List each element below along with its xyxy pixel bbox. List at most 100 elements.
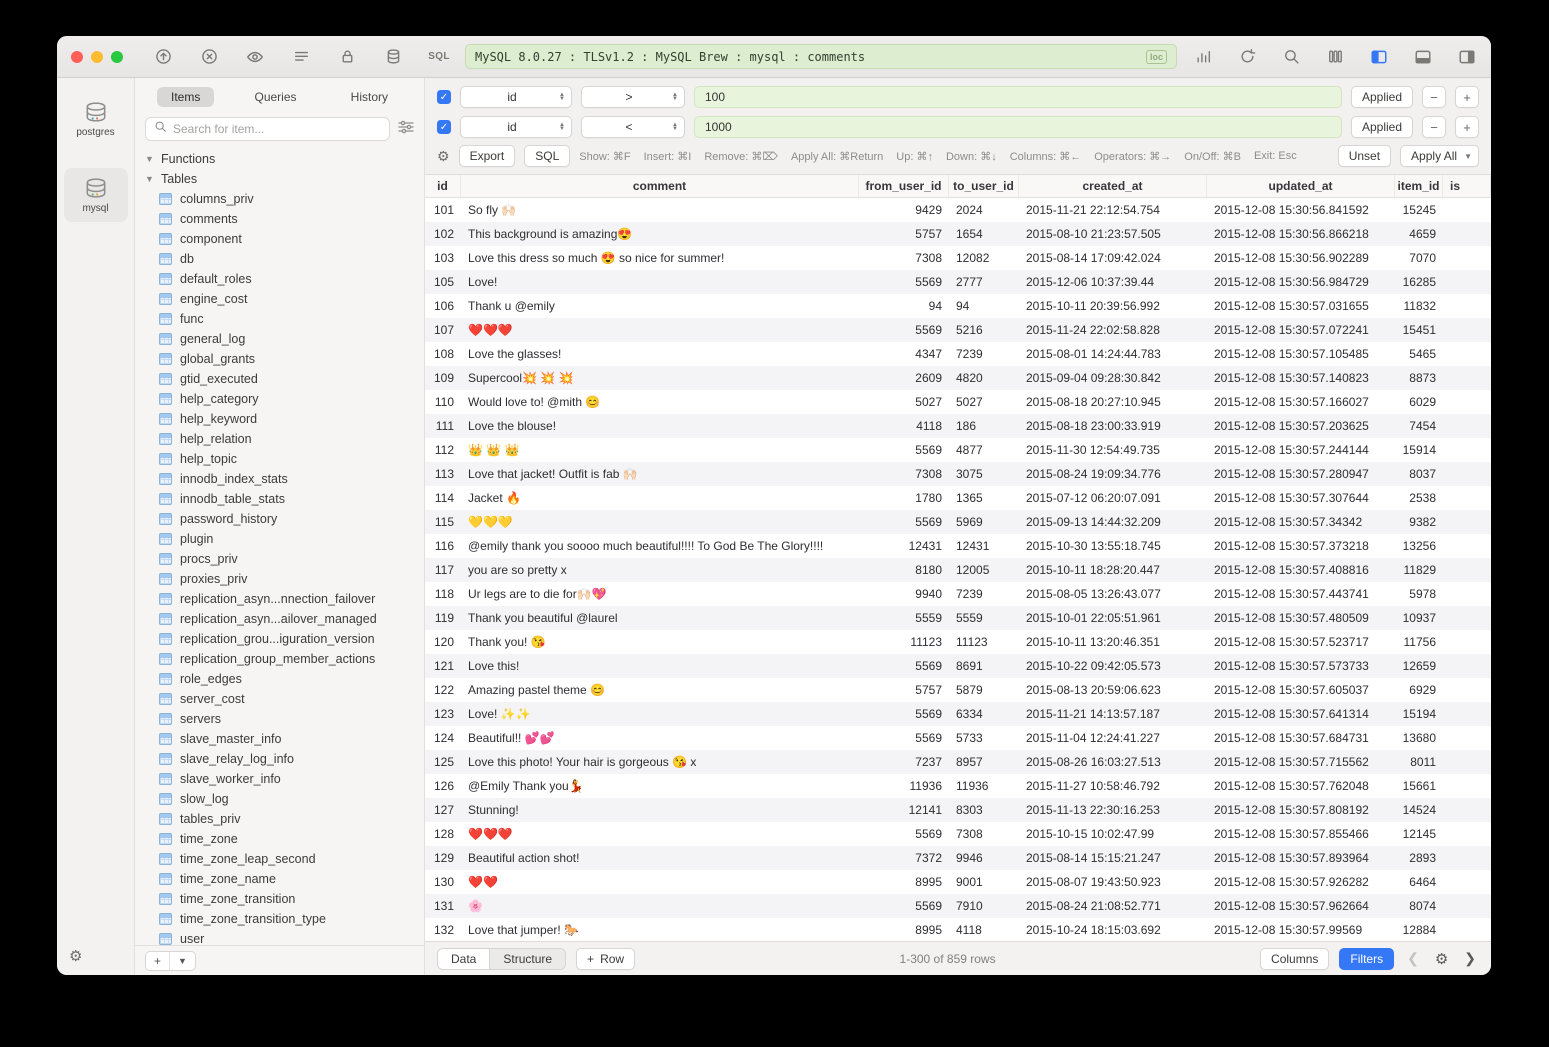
sidebar-table-item[interactable]: gtid_executed [135, 369, 424, 389]
add-item-button[interactable]: + [146, 952, 169, 970]
table-cell[interactable]: 2015-08-14 15:15:21.247 [1019, 846, 1207, 870]
table-cell[interactable]: 💛💛💛 [461, 510, 859, 534]
table-cell[interactable]: 2015-12-06 10:37:39.44 [1019, 270, 1207, 294]
table-cell[interactable]: 2015-11-04 12:24:41.227 [1019, 726, 1207, 750]
section-tables[interactable]: ▼ Tables [135, 169, 424, 189]
table-cell[interactable]: 113 [425, 462, 461, 486]
filters-button[interactable]: Filters [1339, 948, 1394, 970]
table-cell[interactable]: 2609 [859, 366, 949, 390]
sidebar-table-item[interactable]: slave_relay_log_info [135, 749, 424, 769]
sidebar-table-item[interactable]: password_history [135, 509, 424, 529]
sidebar-table-item[interactable]: time_zone_transition_type [135, 909, 424, 929]
table-cell[interactable]: 5559 [859, 606, 949, 630]
sidebar-table-item[interactable]: comments [135, 209, 424, 229]
table-cell[interactable]: @Emily Thank you💃 [461, 774, 859, 798]
table-cell[interactable] [1443, 318, 1491, 342]
sidebar-table-item[interactable]: time_zone_transition [135, 889, 424, 909]
table-cell[interactable]: 3075 [949, 462, 1019, 486]
table-cell[interactable]: 2015-11-21 22:12:54.754 [1019, 198, 1207, 222]
table-cell[interactable]: 1780 [859, 486, 949, 510]
table-cell[interactable]: 2015-12-08 15:30:57.893964 [1207, 846, 1395, 870]
column-header[interactable]: to_user_id [949, 175, 1019, 197]
table-cell[interactable]: 6464 [1395, 870, 1443, 894]
columns-view-icon[interactable] [1325, 47, 1345, 67]
table-cell[interactable]: 12431 [949, 534, 1019, 558]
rows-icon[interactable] [291, 47, 311, 67]
table-cell[interactable]: 2015-10-11 20:39:56.992 [1019, 294, 1207, 318]
table-cell[interactable] [1443, 918, 1491, 941]
table-cell[interactable]: 2015-12-08 15:30:57.99569 [1207, 918, 1395, 941]
table-cell[interactable]: 2893 [1395, 846, 1443, 870]
page-next-icon[interactable]: ❯ [1461, 950, 1479, 967]
table-cell[interactable]: 2015-12-08 15:30:57.203625 [1207, 414, 1395, 438]
table-cell[interactable]: 8995 [859, 918, 949, 941]
database-icon[interactable] [383, 47, 403, 67]
table-cell[interactable] [1443, 438, 1491, 462]
column-header[interactable]: updated_at [1207, 175, 1395, 197]
table-cell[interactable]: Thank you! 😘 [461, 630, 859, 654]
sidebar-table-item[interactable]: replication_asyn...nnection_failover [135, 589, 424, 609]
table-cell[interactable]: 2015-08-14 17:09:42.024 [1019, 246, 1207, 270]
table-cell[interactable]: 4877 [949, 438, 1019, 462]
table-cell[interactable]: Love this photo! Your hair is gorgeous 😘… [461, 750, 859, 774]
table-cell[interactable]: 15451 [1395, 318, 1443, 342]
table-cell[interactable]: 2015-07-12 06:20:07.091 [1019, 486, 1207, 510]
table-cell[interactable]: 116 [425, 534, 461, 558]
table-row[interactable]: 121Love this!556986912015-10-22 09:42:05… [425, 654, 1491, 678]
table-cell[interactable]: 111 [425, 414, 461, 438]
table-cell[interactable]: 2015-08-24 21:08:52.771 [1019, 894, 1207, 918]
table-cell[interactable] [1443, 654, 1491, 678]
table-cell[interactable]: 8180 [859, 558, 949, 582]
filter-column-select[interactable]: id▲▼ [460, 116, 572, 138]
table-cell[interactable] [1443, 414, 1491, 438]
sidebar-table-item[interactable]: procs_priv [135, 549, 424, 569]
table-cell[interactable]: 15245 [1395, 198, 1443, 222]
sidebar-table-item[interactable]: servers [135, 709, 424, 729]
sidebar-table-item[interactable]: time_zone [135, 829, 424, 849]
table-cell[interactable]: 7308 [859, 462, 949, 486]
table-cell[interactable]: 7239 [949, 582, 1019, 606]
table-cell[interactable]: 2015-12-08 15:30:57.808192 [1207, 798, 1395, 822]
sidebar-table-item[interactable]: func [135, 309, 424, 329]
table-cell[interactable]: ❤️❤️❤️ [461, 822, 859, 846]
table-cell[interactable]: 2015-12-08 15:30:57.715562 [1207, 750, 1395, 774]
table-cell[interactable] [1443, 246, 1491, 270]
sidebar-table-item[interactable]: plugin [135, 529, 424, 549]
table-cell[interactable]: 2015-12-08 15:30:57.523717 [1207, 630, 1395, 654]
sidebar-table-item[interactable]: global_grants [135, 349, 424, 369]
table-cell[interactable]: 12082 [949, 246, 1019, 270]
sidebar-table-item[interactable]: help_keyword [135, 409, 424, 429]
table-cell[interactable]: Stunning! [461, 798, 859, 822]
table-cell[interactable]: 2015-11-21 14:13:57.187 [1019, 702, 1207, 726]
table-cell[interactable]: 115 [425, 510, 461, 534]
table-cell[interactable]: 5569 [859, 654, 949, 678]
table-cell[interactable]: 128 [425, 822, 461, 846]
table-cell[interactable]: 2015-09-13 14:44:32.209 [1019, 510, 1207, 534]
table-cell[interactable]: 2015-10-24 18:15:03.692 [1019, 918, 1207, 941]
table-cell[interactable]: 5559 [949, 606, 1019, 630]
table-cell[interactable]: 8037 [1395, 462, 1443, 486]
table-cell[interactable]: 126 [425, 774, 461, 798]
table-cell[interactable]: 12884 [1395, 918, 1443, 941]
table-cell[interactable]: 5569 [859, 438, 949, 462]
table-cell[interactable]: 15914 [1395, 438, 1443, 462]
table-cell[interactable]: 121 [425, 654, 461, 678]
tab-queries[interactable]: Queries [240, 87, 310, 107]
table-cell[interactable]: 129 [425, 846, 461, 870]
sidebar-table-item[interactable]: innodb_table_stats [135, 489, 424, 509]
table-cell[interactable]: 105 [425, 270, 461, 294]
table-cell[interactable]: 11832 [1395, 294, 1443, 318]
table-cell[interactable]: 15661 [1395, 774, 1443, 798]
sidebar-table-item[interactable]: replication_grou...iguration_version [135, 629, 424, 649]
sidebar-table-item[interactable]: slave_worker_info [135, 769, 424, 789]
table-cell[interactable] [1443, 822, 1491, 846]
table-cell[interactable]: 11123 [949, 630, 1019, 654]
structure-tab[interactable]: Structure [489, 949, 565, 969]
table-cell[interactable]: So fly 🙌🏻 [461, 198, 859, 222]
table-row[interactable]: 119Thank you beautiful @laurel5559555920… [425, 606, 1491, 630]
table-cell[interactable]: 2015-12-08 15:30:57.684731 [1207, 726, 1395, 750]
filter-checkbox[interactable]: ✓ [437, 90, 451, 104]
apply-all-button[interactable]: Apply All ▼ [1400, 145, 1479, 167]
table-cell[interactable] [1443, 222, 1491, 246]
toggle-right-panel-icon[interactable] [1457, 47, 1477, 67]
